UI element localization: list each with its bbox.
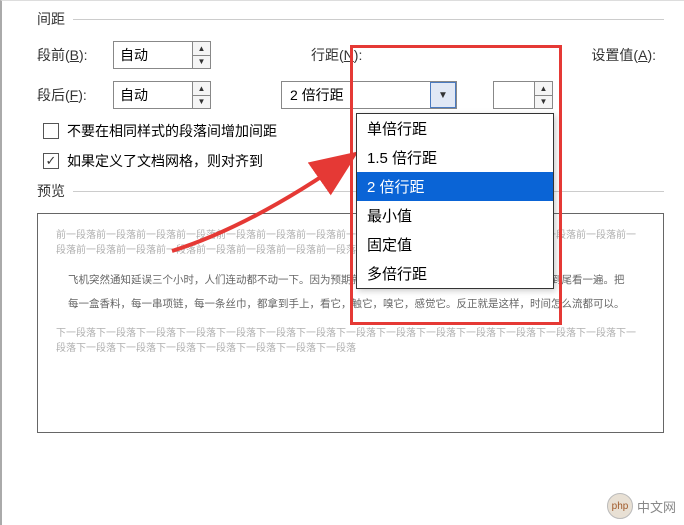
checkbox-label: 如果定义了文档网格，则对齐到 (67, 151, 263, 171)
line-spacing-label: 行距(N): (311, 45, 362, 65)
dropdown-option-double[interactable]: 2 倍行距 (357, 172, 553, 201)
checkbox-icon[interactable] (43, 153, 59, 169)
dropdown-option-fixed[interactable]: 固定值 (357, 230, 553, 259)
chevron-down-icon[interactable]: ▼ (430, 82, 456, 108)
preview-section-header: 预览 (37, 181, 664, 201)
set-value-label: 设置值(A): (591, 45, 656, 65)
space-before-down[interactable]: ▼ (193, 56, 210, 69)
line-spacing-dropdown[interactable]: 单倍行距 1.5 倍行距 2 倍行距 最小值 固定值 多倍行距 (356, 113, 554, 289)
dropdown-option-1-5[interactable]: 1.5 倍行距 (357, 143, 553, 172)
divider (73, 19, 664, 20)
space-after-up[interactable]: ▲ (193, 82, 210, 96)
space-before-input[interactable] (114, 42, 192, 68)
watermark-text: 中文网 (637, 497, 676, 516)
spacing-section-header: 间距 (37, 9, 664, 29)
dropdown-option-single[interactable]: 单倍行距 (357, 114, 553, 143)
preview-panel: 前一段落前一段落前一段落前一段落前一段落前一段落前一段落前一段落前一段落前一段落… (37, 213, 664, 433)
dropdown-option-multiple[interactable]: 多倍行距 (357, 259, 553, 288)
set-value-spinner[interactable]: ▲ ▼ (493, 81, 553, 109)
php-logo-icon: php (607, 493, 633, 519)
checkbox-label: 不要在相同样式的段落间增加间距 (67, 121, 277, 141)
dropdown-option-min[interactable]: 最小值 (357, 201, 553, 230)
space-after-down[interactable]: ▼ (193, 96, 210, 109)
space-before-up[interactable]: ▲ (193, 42, 210, 56)
set-value-input[interactable] (494, 82, 534, 108)
line-spacing-select[interactable]: 2 倍行距 ▼ (281, 81, 457, 109)
spacing-title: 间距 (37, 9, 65, 29)
line-spacing-selected[interactable]: 2 倍行距 (282, 82, 430, 108)
checkbox-icon[interactable] (43, 123, 59, 139)
space-after-spinner[interactable]: ▲ ▼ (113, 81, 211, 109)
space-after-input[interactable] (114, 82, 192, 108)
preview-faded-after: 下一段落下一段落下一段落下一段落下一段落下一段落下一段落下一段落下一段落下一段落… (56, 326, 645, 356)
checkbox-snap-to-grid[interactable]: 如果定义了文档网格，则对齐到 (43, 151, 664, 171)
space-before-spinner[interactable]: ▲ ▼ (113, 41, 211, 69)
preview-faded-before: 前一段落前一段落前一段落前一段落前一段落前一段落前一段落前一段落前一段落前一段落… (56, 228, 645, 258)
set-value-up[interactable]: ▲ (535, 82, 552, 96)
checkbox-no-space-same-style[interactable]: 不要在相同样式的段落间增加间距 (43, 121, 664, 141)
set-value-down[interactable]: ▼ (535, 96, 552, 109)
space-after-label: 段后(F): (37, 85, 107, 105)
watermark: php 中文网 (607, 493, 676, 519)
space-before-label: 段前(B): (37, 45, 107, 65)
preview-title: 预览 (37, 181, 65, 201)
